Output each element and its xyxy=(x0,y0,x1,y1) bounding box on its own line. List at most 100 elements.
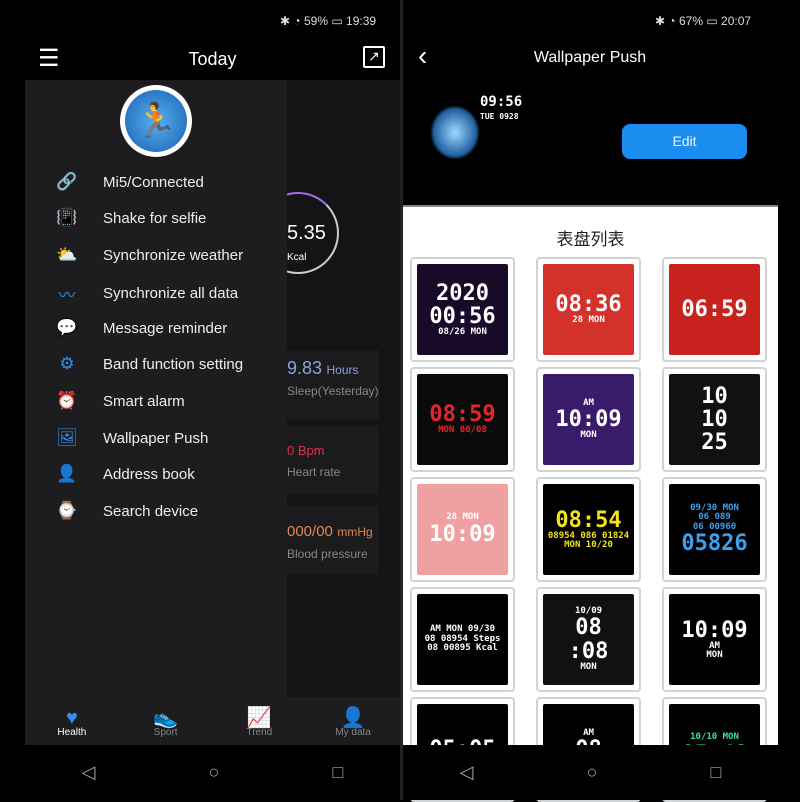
app-logo: 🏃 xyxy=(120,85,192,157)
menu-icon[interactable]: ☰ xyxy=(38,44,60,73)
watch-face-tile[interactable]: 06:59 xyxy=(662,257,767,362)
left-system-nav: ◁ ○ □ xyxy=(25,745,400,800)
tab-label: Health xyxy=(57,727,87,738)
chart-line-icon: 〰 xyxy=(58,286,76,305)
tab-health[interactable]: ♥ Health xyxy=(25,697,119,745)
watch-face-image: 10:09 AM MON xyxy=(669,594,760,685)
menu-item-band-setting[interactable]: ⚙ Band function setting xyxy=(55,354,243,374)
battery-level: 67% xyxy=(678,14,704,28)
watch-face-text: 10 xyxy=(701,383,728,409)
jellyfish-image xyxy=(430,105,480,160)
watch-face-image: 08:54 08954 086 01824 MON 10/20 xyxy=(543,484,634,575)
recents-icon[interactable]: □ xyxy=(711,762,722,783)
watch-preview: 09:56 TUE 0928 xyxy=(425,90,535,170)
watch-face-text: MON xyxy=(580,430,597,441)
tab-my-data[interactable]: 👤 My data xyxy=(306,697,400,745)
watch-face-image: AM 10:09 MON xyxy=(543,374,634,465)
watch-face-text: :08 xyxy=(568,638,609,664)
bottom-nav: ♥ Health 👟 Sport 📈 Trend 👤 My data xyxy=(25,697,400,745)
watch-face-text: MON 10/20 xyxy=(564,540,613,551)
watch-face-tile[interactable]: 10:09 AM MON xyxy=(662,587,767,692)
dashboard: 5.35 Kcal 9.83 Hours Sleep(Yesterday) 0 … xyxy=(257,80,400,697)
heart-card[interactable]: 0 Bpm Heart rate xyxy=(287,425,379,495)
watch-face-tile[interactable]: 10 10 25 xyxy=(662,367,767,472)
watch-face-tile[interactable]: 08:59 MON 06/08 xyxy=(410,367,515,472)
home-icon[interactable]: ○ xyxy=(587,762,598,783)
back-icon[interactable]: ◁ xyxy=(460,762,474,783)
message-icon: 💬 xyxy=(56,318,78,337)
menu-item-sync-all[interactable]: 〰 Synchronize all data xyxy=(55,281,239,306)
menu-label: Message reminder xyxy=(103,319,228,337)
menu-label: Synchronize weather xyxy=(103,246,244,264)
watch-face-text: 08:54 xyxy=(555,507,622,533)
watch-face-tile[interactable]: 2020 00:56 08/26 MON xyxy=(410,257,515,362)
watch-face-text: 25 xyxy=(701,430,728,456)
weather-icon: ⛅ xyxy=(56,245,78,264)
watch-face-text: 10:09 xyxy=(681,617,748,643)
tab-label: Trend xyxy=(246,727,273,738)
person-icon: 👤 xyxy=(56,464,78,483)
back-icon[interactable]: ◁ xyxy=(82,762,96,783)
menu-item-search-device[interactable]: ⌚ Search device xyxy=(55,501,198,521)
clock: 19:39 xyxy=(346,14,377,28)
watch-face-text: 28 MON xyxy=(572,315,605,326)
edit-button[interactable]: Edit xyxy=(622,124,747,159)
watch-face-tile[interactable]: 08:54 08954 086 01824 MON 10/20 xyxy=(536,477,641,582)
back-arrow-icon[interactable]: ‹ xyxy=(418,40,427,72)
watch-face-tile[interactable]: AM MON 09/30 08 08954 Steps 08 00895 Kcal xyxy=(410,587,515,692)
menu-label: Search device xyxy=(103,502,199,520)
bp-label: Blood pressure xyxy=(287,547,368,561)
image-icon: 🖼 xyxy=(56,428,78,447)
watch-face-text: MON 06/08 xyxy=(438,425,487,436)
menu-item-wallpaper-push[interactable]: 🖼 Wallpaper Push xyxy=(55,428,208,448)
home-icon[interactable]: ○ xyxy=(209,762,220,783)
watch-face-image: 28 MON 10:09 xyxy=(417,484,508,575)
bp-card[interactable]: 000/00 mmHg Blood pressure xyxy=(287,505,379,575)
sleep-value: 9.83 xyxy=(287,358,323,378)
heart-unit: Bpm xyxy=(297,443,325,458)
watch-face-tile[interactable]: 09/30 MON 06 089 06 00960 05826 xyxy=(662,477,767,582)
tab-label: My data xyxy=(335,727,371,738)
menu-item-message-reminder[interactable]: 💬 Message reminder xyxy=(55,318,227,338)
menu-item-smart-alarm[interactable]: ⏰ Smart alarm xyxy=(55,391,184,411)
watch-face-image: 09/30 MON 06 089 06 00960 05826 xyxy=(669,484,760,575)
watch-face-text: 10:09 xyxy=(555,406,622,432)
sleep-unit: Hours xyxy=(326,363,359,377)
tab-label: Sport xyxy=(153,727,178,738)
bp-value: 000/00 xyxy=(287,523,333,540)
watch-face-tile[interactable]: 28 MON 10:09 xyxy=(410,477,515,582)
menu-item-sync-weather[interactable]: ⛅ Synchronize weather xyxy=(55,245,243,265)
share-icon[interactable]: ↗ xyxy=(363,46,385,68)
watch-face-text: 10 xyxy=(701,406,728,432)
watch-face-text: 08 xyxy=(575,615,602,641)
menu-item-connection[interactable]: 🔗 Mi5/Connected xyxy=(55,172,204,192)
sleep-card[interactable]: 9.83 Hours Sleep(Yesterday) xyxy=(287,350,379,420)
watch-face-image: 06:59 xyxy=(669,264,760,355)
tab-trend[interactable]: 📈 Trend xyxy=(213,697,307,745)
recents-icon[interactable]: □ xyxy=(333,762,344,783)
watch-face-text: 08/26 MON xyxy=(438,326,487,337)
heart-value: 0 xyxy=(287,443,295,458)
left-status-bar: ✱ ◔ 59% ▭ 19:39 xyxy=(280,14,377,28)
watch-face-text: 08:59 xyxy=(429,402,496,428)
watch-face-tile[interactable]: 10/09 08:08 MON xyxy=(536,587,641,692)
watch-face-text: 00:56 xyxy=(429,303,496,329)
menu-label: Shake for selfie xyxy=(103,209,207,227)
watch-face-image: 10 10 25 xyxy=(669,374,760,465)
menu-item-address-book[interactable]: 👤 Address book xyxy=(55,464,194,484)
watch-face-tile[interactable]: AM 10:09 MON xyxy=(536,367,641,472)
alarm-icon: ⏰ xyxy=(56,391,78,410)
tab-sport[interactable]: 👟 Sport xyxy=(119,697,213,745)
menu-label: Band function setting xyxy=(103,355,244,373)
calories-value: 5.35 xyxy=(287,222,326,244)
calories-unit: Kcal xyxy=(287,252,307,263)
battery-level: 59% xyxy=(303,14,329,28)
phone-shake-icon: 📳 xyxy=(56,208,78,227)
gear-icon: ⚙ xyxy=(59,354,75,373)
heart-icon: ♥ xyxy=(65,707,78,729)
watch-face-text: 10:09 xyxy=(429,521,496,547)
menu-item-shake-selfie[interactable]: 📳 Shake for selfie xyxy=(55,208,206,228)
watch-face-tile[interactable]: 08:36 28 MON xyxy=(536,257,641,362)
list-title: 表盘列表 xyxy=(556,230,625,249)
watch-face-image: 08:36 28 MON xyxy=(543,264,634,355)
